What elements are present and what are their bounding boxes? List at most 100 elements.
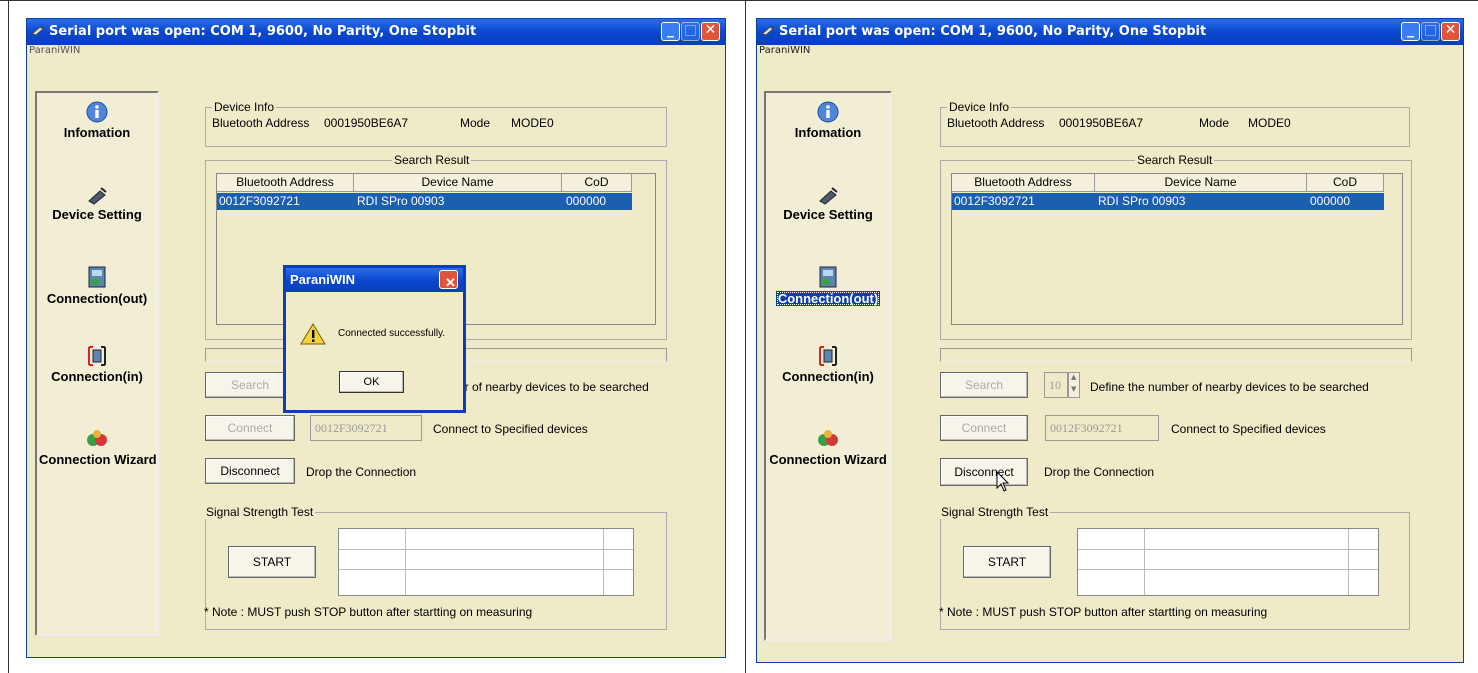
connect-button[interactable]: Connect (205, 415, 295, 441)
dialog-message: Connected successfully. (338, 328, 446, 339)
device-info-group: Device Info Bluetooth Address 0001950BE6… (205, 100, 667, 147)
right-titlebar: Serial port was open: COM 1, 9600, No Pa… (757, 19, 1463, 45)
nav-connection-wizard[interactable]: Connection Wizard (766, 428, 890, 467)
success-dialog: ParaniWIN ✕ Connected successfully. OK (283, 265, 466, 413)
search-count-input[interactable]: 10 (1044, 372, 1068, 398)
connect-description: Connect to Specified devices (433, 422, 588, 436)
nav-infomation[interactable]: Infomation (37, 101, 157, 140)
mode-value: MODE0 (1248, 116, 1291, 130)
nav-device-setting[interactable]: Device Setting (37, 185, 157, 222)
info-icon (86, 101, 108, 123)
connection-out-icon (819, 266, 837, 288)
nav-connection-wizard[interactable]: Connection Wizard (37, 428, 157, 467)
nav-label: Connection(in) (782, 369, 874, 384)
connection-in-icon (819, 346, 837, 366)
column-header[interactable]: CoD (562, 174, 632, 192)
frame-left-line (8, 0, 9, 673)
search-button[interactable]: Search (940, 372, 1028, 398)
nav-device-setting[interactable]: Device Setting (766, 185, 890, 222)
wizard-icon (87, 430, 107, 446)
dialog-titlebar: ParaniWIN ✕ (286, 268, 463, 292)
frame-divider-line (745, 0, 746, 673)
nav-label: Connection(out) (775, 291, 881, 306)
note-text: * Note : MUST push STOP button after sta… (204, 605, 533, 619)
warning-icon (300, 323, 326, 345)
column-header[interactable]: Bluetooth Address (952, 174, 1095, 192)
spin-up-icon[interactable]: ▲ (1071, 373, 1076, 381)
mode-label: Mode (1199, 116, 1230, 130)
table-cell: RDI SPro 00903 (1098, 194, 1186, 208)
mode-value: MODE0 (511, 116, 554, 130)
device-icon (88, 187, 107, 205)
mouse-cursor-icon (996, 471, 1010, 492)
mode-label: Mode (460, 116, 491, 130)
search-result-table[interactable]: Bluetooth Address Device Name CoD 0012F3… (951, 173, 1403, 325)
window-title: Serial port was open: COM 1, 9600, No Pa… (49, 24, 477, 39)
search-description: Define the number of nearby devices to b… (1090, 380, 1369, 394)
grid-line (603, 529, 604, 595)
dialog-close-button[interactable]: ✕ (439, 270, 458, 290)
table-cell: 000000 (566, 194, 607, 208)
left-sidebar: Infomation Device Setting Connection(out… (35, 91, 159, 636)
menu-bar: ParaniWIN (27, 45, 725, 61)
close-icon: ✕ (704, 22, 717, 38)
close-button[interactable]: ✕ (1441, 22, 1460, 41)
info-icon (817, 101, 839, 123)
group-legend: Search Result (1135, 153, 1215, 167)
bt-address-label: Bluetooth Address (947, 116, 1045, 130)
ok-button[interactable]: OK (339, 371, 404, 393)
connect-address-input[interactable]: 0012F3092721 (310, 415, 422, 441)
connect-button[interactable]: Connect (940, 415, 1028, 441)
table-cell: 0012F3092721 (219, 194, 300, 208)
disconnect-button[interactable]: Disconnect (940, 458, 1028, 486)
nav-connection-in[interactable]: Connection(in) (766, 345, 890, 384)
maximize-icon: □ (683, 22, 698, 38)
left-window: Serial port was open: COM 1, 9600, No Pa… (26, 18, 726, 658)
table-row[interactable]: 0012F3092721 RDI SPro 00903 000000 (952, 193, 1384, 210)
disconnect-button[interactable]: Disconnect (205, 458, 295, 484)
grid-line (1078, 549, 1378, 550)
nav-label: Connection Wizard (39, 452, 157, 467)
nav-label: Connection(out) (46, 291, 148, 306)
search-count-spinner[interactable]: ▲ ▼ (1068, 372, 1080, 398)
maximize-button[interactable]: □ (681, 22, 700, 41)
nav-infomation[interactable]: Infomation (766, 101, 890, 140)
search-button[interactable]: Search (205, 372, 295, 398)
close-icon: ✕ (1444, 22, 1457, 38)
column-header[interactable]: Device Name (354, 174, 562, 192)
connect-description: Connect to Specified devices (1171, 422, 1326, 436)
right-sidebar: Infomation Device Setting Connection(out… (764, 91, 892, 641)
grid-line (339, 549, 633, 550)
minimize-button[interactable]: _ (661, 22, 680, 41)
device-icon (819, 187, 838, 205)
minimize-button[interactable]: _ (1401, 22, 1420, 41)
signal-strength-group: Signal Strength Test START * Note : MUST… (204, 505, 667, 630)
column-header[interactable]: Device Name (1095, 174, 1307, 192)
minimize-icon: _ (1407, 22, 1414, 38)
group-legend: Signal Strength Test (204, 505, 316, 519)
maximize-button[interactable]: □ (1421, 22, 1440, 41)
nav-connection-in[interactable]: Connection(in) (37, 345, 157, 384)
group-legend: Device Info (947, 100, 1012, 114)
table-row[interactable]: 0012F3092721 RDI SPro 00903 000000 (217, 193, 632, 210)
nav-label: Device Setting (783, 207, 873, 222)
nav-connection-out[interactable]: Connection(out) (37, 265, 157, 306)
nav-connection-out[interactable]: Connection(out) (766, 265, 890, 306)
start-button[interactable]: START (228, 546, 316, 578)
connect-address-input[interactable]: 0012F3092721 (1045, 415, 1159, 441)
spin-down-icon[interactable]: ▼ (1071, 385, 1076, 393)
plug-icon (761, 24, 775, 36)
grid-line (339, 569, 633, 570)
start-button[interactable]: START (963, 546, 1051, 578)
close-button[interactable]: ✕ (701, 22, 720, 41)
column-header[interactable]: Bluetooth Address (217, 174, 354, 192)
signal-grid (1077, 528, 1379, 596)
column-header[interactable]: CoD (1307, 174, 1384, 192)
nav-label: Infomation (794, 125, 862, 140)
minimize-icon: _ (667, 22, 674, 38)
disconnect-description: Drop the Connection (1044, 465, 1155, 479)
bt-address-label: Bluetooth Address (212, 116, 310, 130)
search-result-group: Search Result Bluetooth Address Device N… (940, 153, 1412, 340)
bt-address-value: 0001950BE6A7 (1059, 116, 1144, 130)
plug-icon (31, 24, 45, 36)
